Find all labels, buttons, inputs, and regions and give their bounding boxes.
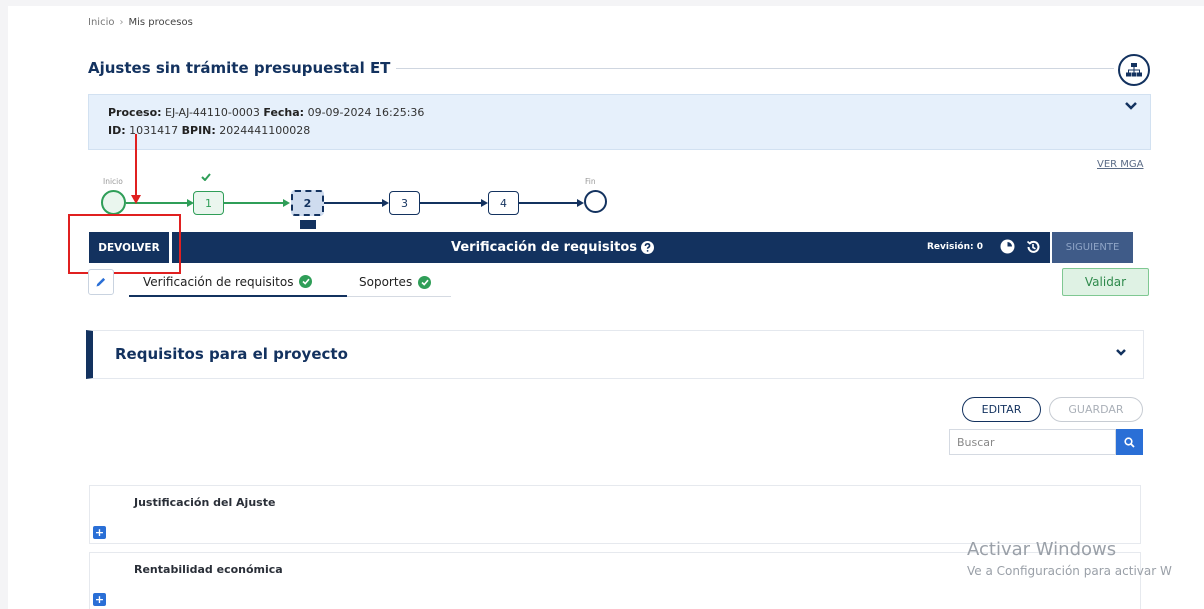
org-chart-icon — [1126, 63, 1142, 77]
step-connector — [519, 202, 579, 204]
chevron-down-icon[interactable] — [1115, 348, 1127, 357]
search-button[interactable] — [1116, 429, 1143, 455]
info-line-id: ID: 1031417 BPIN: 2024441100028 — [108, 124, 310, 137]
bpin-label: BPIN: — [181, 124, 216, 137]
requirements-section-header[interactable]: Requisitos para el proyecto — [86, 330, 1144, 379]
ver-mga-link[interactable]: VER MGA — [1097, 159, 1144, 170]
proceso-label: Proceso: — [108, 106, 162, 119]
action-bar-title-text: Verificación de requisitos — [451, 240, 637, 255]
expand-plus-icon[interactable]: + — [93, 526, 106, 539]
step-3[interactable]: 3 — [389, 191, 420, 215]
search-input[interactable] — [949, 429, 1116, 455]
chevron-down-icon[interactable] — [1124, 101, 1138, 111]
tab-soportes[interactable]: Soportes — [347, 268, 451, 297]
annotation-arrow-head — [131, 195, 141, 204]
arrow-icon — [481, 199, 488, 207]
annotation-highlight-box — [68, 214, 181, 274]
annotation-arrow — [135, 134, 137, 198]
page: Inicio › Mis procesos Ajustes sin trámite … — [8, 6, 1204, 609]
breadcrumb: Inicio › Mis procesos — [88, 17, 193, 28]
id-label: ID: — [108, 124, 126, 137]
org-chart-button[interactable] — [1118, 54, 1150, 86]
breadcrumb-home-link[interactable]: Inicio — [88, 17, 114, 28]
info-line-proceso: Proceso: EJ-AJ-44110-0003 Fecha: 09-09-2… — [108, 106, 424, 119]
step-4[interactable]: 4 — [488, 191, 519, 215]
fecha-label: Fecha: — [263, 106, 305, 119]
requirement-item: Justificación del Ajuste + — [89, 485, 1141, 544]
tab-label: Verificación de requisitos — [143, 274, 294, 289]
search-icon — [1124, 436, 1135, 448]
arrow-icon — [577, 199, 584, 207]
step-connector — [420, 202, 482, 204]
pencil-icon — [96, 277, 106, 287]
proceso-value: EJ-AJ-44110-0003 — [165, 106, 260, 119]
step-end-label: Fin — [585, 177, 596, 186]
editar-button[interactable]: EDITAR — [962, 397, 1041, 422]
history-icon[interactable] — [1025, 239, 1041, 255]
bpin-value: 2024441100028 — [219, 124, 311, 137]
expand-plus-icon[interactable]: + — [93, 593, 106, 606]
requirement-label: Justificación del Ajuste — [134, 496, 276, 509]
validar-button[interactable]: Validar — [1062, 268, 1149, 296]
arrow-icon — [283, 199, 290, 207]
tab-label: Soportes — [359, 275, 413, 289]
step-end-node — [584, 190, 607, 213]
action-bar-title: Verificación de requisitos — [451, 240, 654, 255]
check-icon — [201, 173, 211, 181]
section-title: Requisitos para el proyecto — [115, 345, 348, 363]
process-info-panel: Proceso: EJ-AJ-44110-0003 Fecha: 09-09-2… — [88, 94, 1151, 150]
breadcrumb-current[interactable]: Mis procesos — [128, 17, 192, 28]
siguiente-button[interactable]: SIGUIENTE — [1050, 232, 1133, 263]
step-start-label: Inicio — [103, 177, 123, 186]
step-2-current[interactable]: 2 — [291, 190, 324, 216]
windows-activation-watermark: Activar Windows Ve a Configuración para … — [967, 539, 1172, 578]
title-divider — [396, 68, 1114, 69]
check-circle-icon — [299, 275, 313, 288]
step-connector — [224, 202, 284, 204]
step-connector — [324, 202, 383, 204]
tab-verificacion-requisitos[interactable]: Verificación de requisitos — [129, 268, 347, 297]
watermark-line-2: Ve a Configuración para activar W — [967, 564, 1172, 578]
arrow-icon — [382, 199, 389, 207]
fecha-value: 09-09-2024 16:25:36 — [307, 106, 425, 119]
breadcrumb-separator: › — [119, 17, 124, 28]
guardar-button[interactable]: GUARDAR — [1049, 397, 1143, 422]
clock-icon[interactable] — [1000, 239, 1015, 254]
action-bar: DEVOLVER Verificación de requisitos Revi… — [89, 232, 1133, 263]
edit-button[interactable] — [88, 269, 114, 295]
requirement-label: Rentabilidad económica — [134, 563, 283, 576]
help-icon[interactable] — [641, 241, 654, 254]
check-circle-icon — [418, 275, 432, 289]
step-start-node — [101, 190, 126, 215]
page-title: Ajustes sin trámite presupuestal ET — [88, 59, 391, 77]
step-1[interactable]: 1 — [193, 191, 224, 215]
revision-counter: Revisión: 0 — [927, 242, 984, 252]
watermark-line-1: Activar Windows — [967, 539, 1117, 560]
current-step-indicator — [300, 220, 316, 229]
